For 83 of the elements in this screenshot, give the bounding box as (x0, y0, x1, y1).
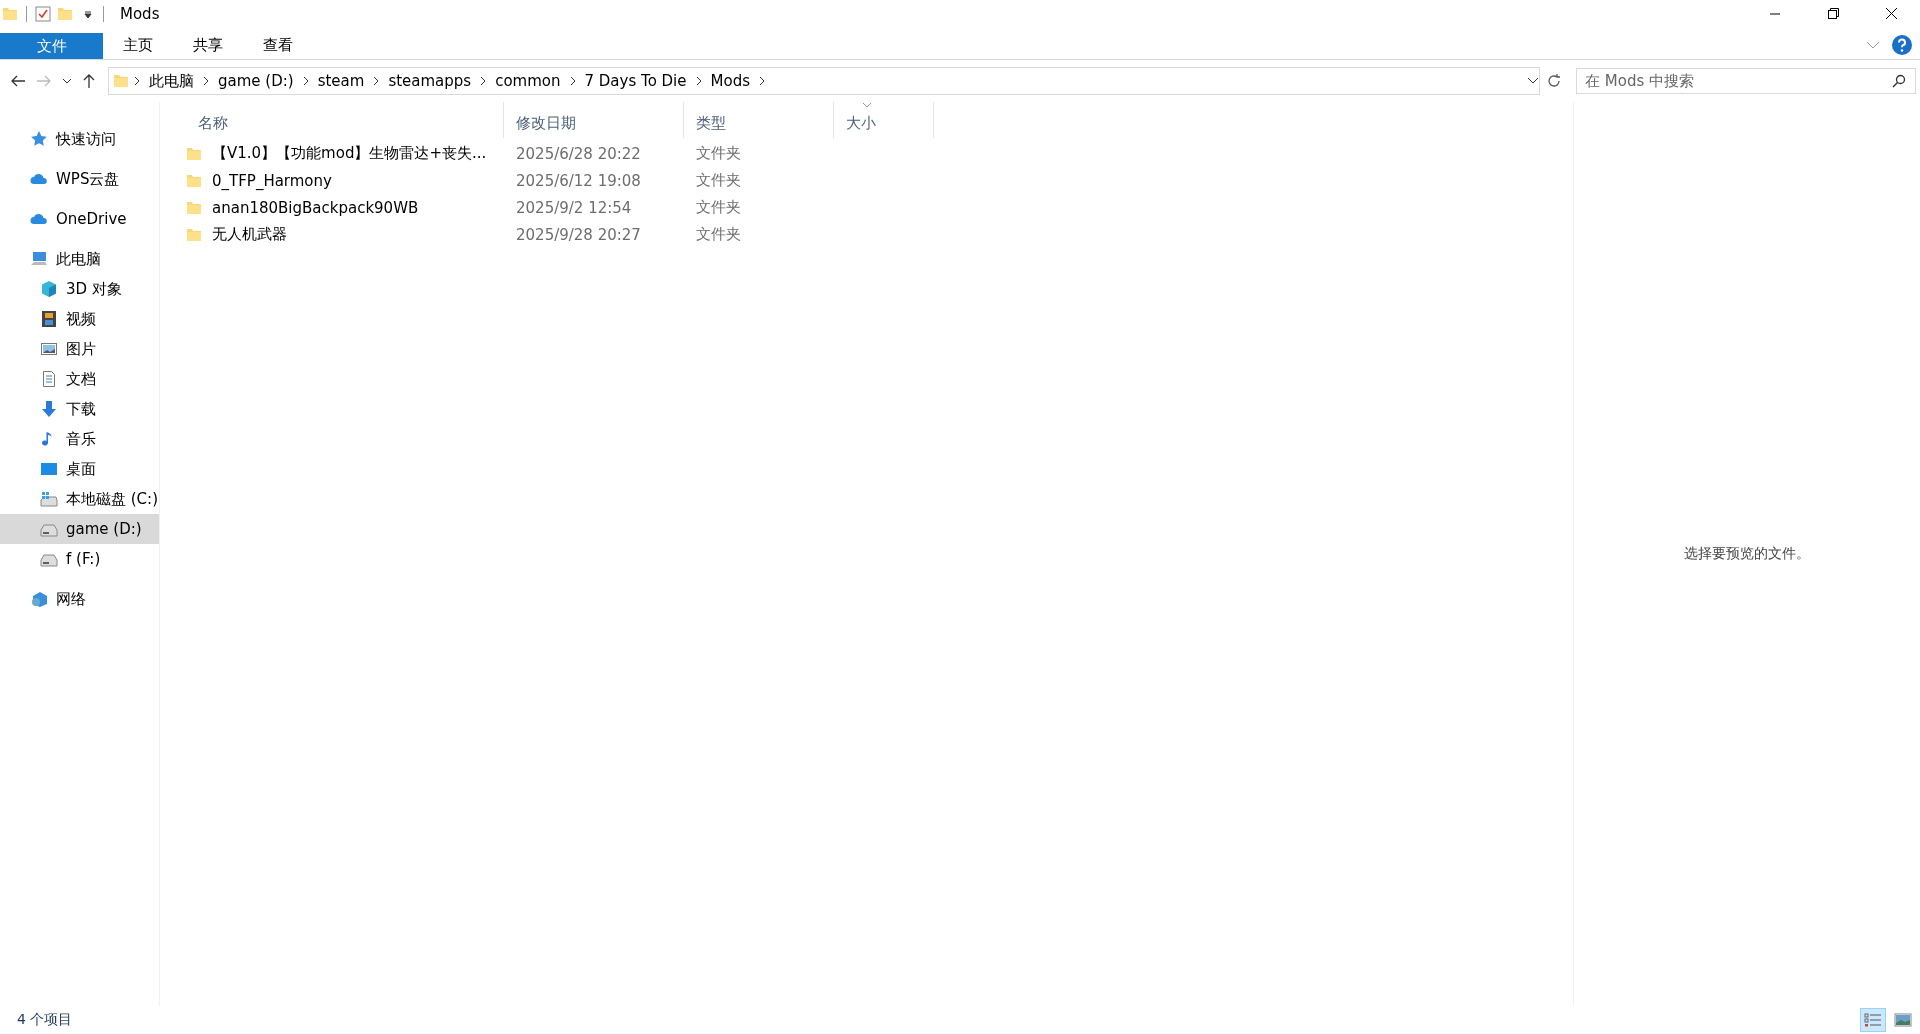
up-arrow-icon[interactable] (82, 73, 96, 89)
refresh-icon[interactable] (1546, 73, 1562, 89)
sort-caret-icon[interactable] (862, 102, 872, 108)
chevron-right-icon[interactable] (373, 76, 380, 86)
nav-item[interactable]: 网络 (0, 584, 159, 614)
folder-icon (186, 146, 202, 161)
back-arrow-icon[interactable] (10, 74, 26, 88)
nav-item[interactable]: OneDrive (0, 204, 159, 234)
ribbon-tab[interactable]: 查看 (243, 31, 313, 59)
help-icon[interactable] (1892, 35, 1912, 55)
folder-icon (113, 74, 129, 88)
item-count: 4 个项目 (17, 1011, 73, 1029)
column-header[interactable]: 修改日期 (504, 102, 684, 138)
file-type: 文件夹 (696, 198, 741, 216)
ribbon-tab[interactable]: 主页 (103, 31, 173, 59)
desktop-icon (40, 460, 58, 478)
nav-item[interactable]: 快速访问 (0, 124, 159, 154)
window-title: Mods (120, 5, 160, 23)
document-icon (40, 370, 58, 388)
column-header[interactable]: 类型 (684, 102, 834, 138)
modified-date: 2025/6/12 19:08 (516, 171, 641, 190)
column-header[interactable]: 大小 (834, 102, 934, 138)
nav-item[interactable]: 视频 (0, 304, 159, 334)
modified-date: 2025/9/28 20:27 (516, 225, 641, 244)
address-dropdown-icon[interactable] (1527, 77, 1539, 85)
chevron-right-icon[interactable] (695, 76, 702, 86)
breadcrumb-item[interactable]: game (D:) (214, 72, 298, 90)
breadcrumb-item[interactable]: Mods (706, 72, 754, 90)
search-field[interactable]: 在 Mods 中搜索 (1576, 68, 1916, 94)
film-icon (40, 310, 58, 328)
chevron-right-icon[interactable] (134, 76, 140, 86)
network-icon (30, 590, 48, 608)
cube-icon (40, 280, 58, 298)
modified-date: 2025/9/2 12:54 (516, 198, 632, 217)
picture-icon (1894, 1013, 1912, 1027)
nav-item[interactable]: 3D 对象 (0, 274, 159, 304)
chevron-right-icon[interactable] (759, 76, 765, 86)
preview-message: 选择要预览的文件。 (1684, 545, 1810, 563)
breadcrumb-item[interactable]: common (491, 72, 565, 90)
nav-item[interactable]: 本地磁盘 (C:) (0, 484, 159, 514)
recent-locations-icon[interactable] (62, 77, 72, 85)
download-arrow-icon (40, 400, 58, 418)
file-type: 文件夹 (696, 225, 741, 243)
file-name[interactable]: 无人机武器 (212, 225, 287, 244)
breadcrumb-item[interactable]: 此电脑 (145, 71, 198, 91)
file-menu-tab[interactable]: 文件 (0, 33, 103, 59)
nav-item[interactable]: 文档 (0, 364, 159, 394)
folder-icon (186, 227, 202, 242)
folder-icon (186, 200, 202, 215)
file-name[interactable]: 0_TFP_Harmony (212, 171, 332, 190)
nav-item[interactable]: f (F:) (0, 544, 159, 574)
search-icon (1892, 74, 1906, 88)
details-view-button[interactable] (1860, 1008, 1886, 1032)
properties-icon[interactable] (35, 6, 51, 22)
list-icon (1864, 1013, 1882, 1027)
nav-item[interactable]: 图片 (0, 334, 159, 364)
picture-icon (40, 340, 58, 358)
breadcrumb-item[interactable]: 7 Days To Die (580, 72, 691, 90)
breadcrumb-item[interactable]: steamapps (384, 72, 476, 90)
chevron-right-icon[interactable] (203, 76, 209, 86)
nav-item[interactable]: 此电脑 (0, 244, 159, 274)
drive-icon (40, 490, 58, 508)
nav-item[interactable]: 音乐 (0, 424, 159, 454)
file-type: 文件夹 (696, 171, 741, 189)
chevron-right-icon[interactable] (480, 76, 487, 86)
modified-date: 2025/6/28 20:22 (516, 144, 641, 163)
nav-item[interactable]: game (D:) (0, 514, 159, 544)
chevron-down-icon[interactable] (1866, 40, 1880, 50)
chevron-right-icon[interactable] (569, 76, 576, 86)
ribbon-tab[interactable]: 共享 (173, 31, 243, 59)
breadcrumb-item[interactable]: steam (313, 72, 369, 90)
file-name[interactable]: 【V1.0】【功能mod】生物雷达+丧失... (212, 144, 487, 163)
file-type: 文件夹 (696, 144, 741, 162)
star-icon (30, 130, 48, 148)
folder-icon (2, 7, 18, 21)
folder-icon (186, 173, 202, 188)
nav-item[interactable]: 下载 (0, 394, 159, 424)
chevron-right-icon[interactable] (302, 76, 309, 86)
nav-item[interactable]: 桌面 (0, 454, 159, 484)
computer-icon (30, 250, 48, 268)
file-name[interactable]: anan180BigBackpack90WB (212, 198, 419, 217)
column-header[interactable]: 名称 (160, 102, 504, 138)
nav-item[interactable]: WPS云盘 (0, 164, 159, 194)
